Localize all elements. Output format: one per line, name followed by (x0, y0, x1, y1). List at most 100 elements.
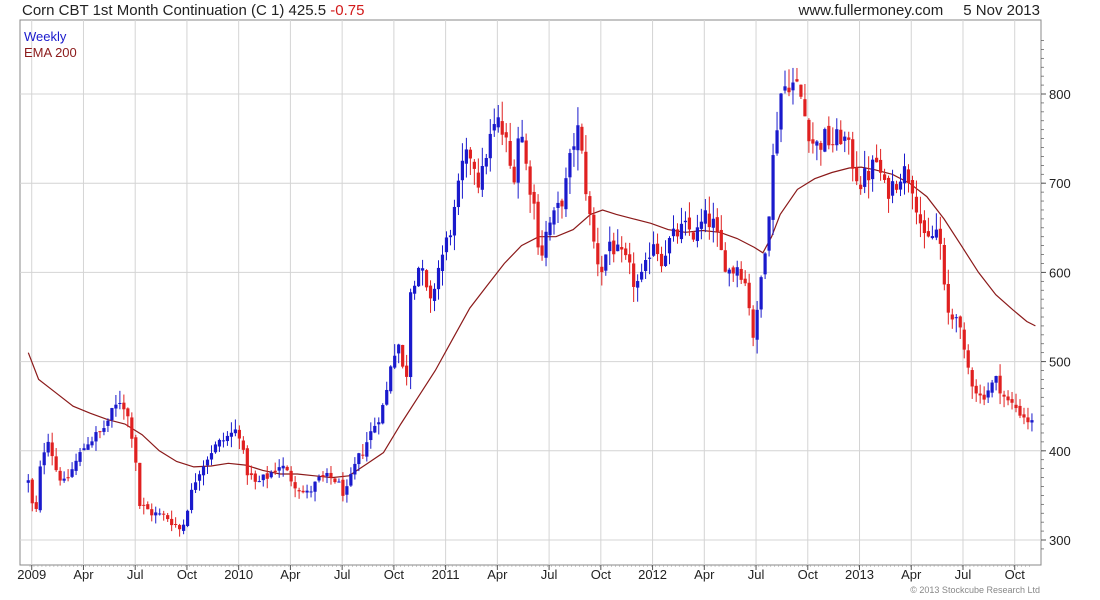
candle-body (94, 432, 98, 442)
candle-body (572, 146, 576, 150)
candle-body (640, 271, 644, 280)
candle-body (679, 223, 684, 240)
candle-body (647, 257, 652, 259)
candle-body (193, 482, 198, 490)
x-tick-label: Oct (177, 567, 198, 582)
candle-body (217, 439, 222, 447)
candle-body (894, 184, 899, 190)
candle-body (520, 136, 524, 143)
candle-body (178, 525, 182, 530)
candle-body (257, 481, 261, 483)
candle-body (667, 237, 672, 254)
candle-body (420, 268, 425, 271)
candle-body (253, 473, 257, 482)
candle-body (807, 119, 811, 142)
candle-body (863, 168, 867, 187)
candle-body (847, 137, 851, 140)
candle-body (855, 167, 859, 182)
candle-body (532, 191, 536, 204)
candle-body (671, 228, 676, 237)
candle-body (221, 440, 226, 442)
x-tick-label: Jul (541, 567, 558, 582)
candle-body (337, 481, 341, 483)
candle-body (30, 479, 34, 504)
candle-body (580, 126, 584, 151)
candle-body (815, 141, 819, 146)
candle-body (783, 86, 787, 91)
x-tick-label: Jul (127, 567, 144, 582)
candle-body (974, 385, 978, 394)
candle-body (819, 143, 823, 150)
candle-body (719, 229, 723, 251)
candle-body (775, 130, 779, 154)
candle-body (604, 254, 608, 271)
candle-body (711, 218, 715, 228)
candle-body (803, 99, 807, 117)
candle-body (110, 408, 114, 421)
candle-body (293, 482, 297, 489)
x-tick-label: Apr (901, 567, 922, 582)
candle-body (938, 228, 942, 244)
candle-body (839, 129, 843, 145)
candle-body (154, 512, 158, 516)
candle-body (333, 478, 337, 483)
candle-body (261, 474, 265, 481)
candle-body (285, 466, 289, 471)
candle-body (46, 441, 50, 453)
candle-body (241, 440, 245, 450)
candle-body (472, 161, 476, 169)
candle-body (918, 214, 923, 224)
candle-body (552, 210, 556, 225)
x-tick-label: Oct (591, 567, 612, 582)
candle-body (361, 454, 365, 456)
y-axis: 300 400 500 600 700 800 (1041, 40, 1071, 550)
candle-body (1006, 396, 1010, 401)
candle-body (500, 121, 504, 135)
candle-body (703, 210, 707, 224)
candle-body (851, 139, 855, 169)
candle-body (289, 470, 293, 482)
x-tick-label: Apr (694, 567, 715, 582)
candle-body (675, 229, 680, 237)
candle-body (544, 231, 548, 258)
candle-body (930, 236, 934, 239)
y-tick-label: 500 (1049, 355, 1071, 370)
x-tick-label: Apr (73, 567, 94, 582)
candle-body (655, 243, 660, 255)
candle-body (843, 136, 847, 141)
candle-body (90, 441, 94, 446)
candle-body (1002, 394, 1006, 397)
candle-body (699, 221, 703, 229)
candle-body (349, 473, 353, 486)
candle-body (341, 479, 345, 496)
candle-body (512, 166, 516, 183)
candle-body (898, 181, 903, 190)
candle-body (998, 375, 1002, 394)
candle-body (596, 243, 600, 265)
candle-body (536, 201, 540, 248)
candle-body (106, 420, 110, 426)
candle-body (735, 267, 739, 276)
candle-body (405, 365, 409, 377)
candle-body (249, 473, 253, 476)
candle-body (524, 140, 528, 164)
x-tick-label: Oct (384, 567, 405, 582)
candle-body (197, 474, 202, 481)
candle-body (1010, 399, 1014, 403)
last-price: 425.5 (288, 2, 327, 19)
legend-period: Weekly (24, 29, 67, 44)
website-link[interactable]: www.fullermoney.com (799, 2, 944, 19)
candle-body (624, 248, 628, 256)
candle-body (958, 316, 962, 328)
candle-body (942, 244, 946, 285)
candle-body (504, 132, 508, 138)
candle-body (628, 254, 632, 263)
candle-body (297, 490, 301, 492)
candle-body (691, 232, 696, 240)
candle-body (799, 84, 803, 97)
candle-body (277, 467, 281, 471)
candle-body (170, 518, 174, 526)
candle-body (428, 285, 433, 299)
candle-body (313, 481, 317, 492)
candle-body (321, 475, 325, 477)
